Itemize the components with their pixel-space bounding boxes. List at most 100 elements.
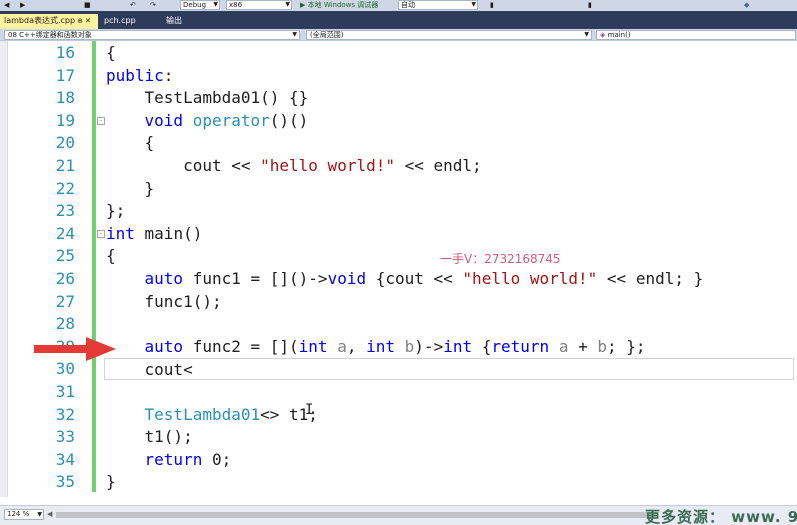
tab-label: lambda表达式.cpp — [4, 16, 76, 25]
code-text[interactable]: cout << "hello world!" << endl; — [106, 155, 482, 177]
navigation-bar: 08 C++绑定器和函数对象 ▼ (全局范围) ▼ ◈ main() — [0, 29, 797, 41]
tab-output[interactable]: 输出 — [162, 14, 186, 28]
line-number: 26 — [55, 269, 75, 288]
code-text[interactable]: t1(); — [106, 426, 193, 448]
platform-value: x86 — [229, 1, 243, 9]
code-text[interactable]: } — [106, 471, 116, 493]
code-text[interactable]: { — [106, 132, 155, 154]
toolbar-icon[interactable]: ▮ — [490, 1, 494, 10]
code-text[interactable]: }; — [106, 200, 125, 222]
code-line[interactable]: 18 TestLambda01() {} — [0, 87, 797, 110]
code-line[interactable]: 20 { — [0, 132, 797, 155]
code-text[interactable]: TestLambda01<> t1; — [106, 404, 318, 426]
member-value: main() — [607, 31, 631, 39]
code-line[interactable]: 23}; — [0, 200, 797, 223]
editor-bottom-bar: 124 % ▼ ◀ 更多资源： www. 9 — [0, 505, 797, 525]
config-value: Debug — [183, 1, 207, 9]
code-text[interactable]: TestLambda01() {} — [106, 87, 309, 109]
code-line[interactable]: 24 - int main() — [0, 223, 797, 246]
line-number: 23 — [55, 201, 75, 221]
arrow-shape — [34, 337, 116, 361]
chevron-down-icon: ▼ — [285, 1, 290, 8]
feedback-icon[interactable]: ◆ — [744, 1, 749, 10]
chevron-down-icon: ▼ — [584, 31, 589, 38]
line-number: 35 — [55, 472, 75, 492]
watermark-text: 一手V：2732168745 — [440, 252, 561, 266]
code-text[interactable]: void operator()() — [106, 110, 309, 132]
member-select[interactable]: ◈ main() — [596, 30, 796, 40]
code-line[interactable]: 26 auto func1 = []()->void {cout << "hel… — [0, 268, 797, 291]
chevron-down-icon: ▼ — [292, 31, 297, 38]
line-number: 18 — [55, 88, 75, 108]
back-icon[interactable]: ◀ — [4, 1, 9, 10]
code-line[interactable]: 34 return 0; — [0, 449, 797, 472]
code-line[interactable]: 28 — [0, 313, 797, 336]
bookmark-icon[interactable]: ▮ — [588, 1, 592, 10]
run-mode-value: 自动 — [401, 1, 415, 9]
forward-icon[interactable]: ▶ — [20, 1, 25, 10]
platform-select[interactable]: x86 ▼ — [226, 0, 292, 10]
line-number: 27 — [55, 291, 75, 311]
tab-pch-cpp[interactable]: pch.cpp — [100, 14, 140, 28]
code-text[interactable]: { — [106, 42, 116, 64]
code-text[interactable]: auto func2 = [](int a, int b)->int {retu… — [106, 336, 646, 358]
tab-label: pch.cpp — [104, 16, 136, 25]
scope-select[interactable]: (全局范围) ▼ — [306, 30, 592, 40]
pin-icon[interactable]: ⊕ — [77, 17, 83, 25]
scrollbar-thumb[interactable] — [56, 512, 656, 518]
code-line[interactable]: 17 public: — [0, 65, 797, 88]
line-number: 25 — [55, 246, 75, 266]
document-tabs: lambda表达式.cpp ⊕ ✕ pch.cpp 输出 — [0, 11, 797, 29]
code-text[interactable]: return 0; — [106, 449, 232, 471]
code-line[interactable]: 27 func1(); — [0, 291, 797, 314]
text-cursor-icon: I — [305, 402, 314, 418]
project-select[interactable]: 08 C++绑定器和函数对象 ▼ — [4, 30, 300, 40]
code-line[interactable]: 32 TestLambda01<> t1; — [0, 404, 797, 427]
code-line[interactable]: 22 } — [0, 178, 797, 201]
undo-icon[interactable]: ↶ — [130, 1, 136, 10]
code-text[interactable]: func1(); — [106, 291, 222, 313]
resource-watermark: 更多资源： www. 9 — [645, 508, 797, 525]
code-text[interactable]: auto func1 = []()->void {cout << "hello … — [106, 268, 704, 290]
line-number: 28 — [55, 314, 75, 334]
project-value: 08 C++绑定器和函数对象 — [8, 31, 92, 39]
current-line-highlight[interactable]: cout< — [104, 358, 794, 381]
collapse-icon[interactable]: - — [97, 229, 105, 238]
line-number: 16 — [55, 43, 75, 62]
code-line[interactable]: 33 t1(); — [0, 426, 797, 449]
line-number: 19 — [55, 110, 75, 130]
code-text[interactable]: { — [106, 245, 116, 267]
scroll-left-icon[interactable]: ◀ — [47, 510, 52, 518]
line-number: 33 — [55, 427, 75, 447]
line-number: 17 — [55, 65, 75, 85]
code-line[interactable]: 19 - void operator()() — [0, 110, 797, 133]
chevron-down-icon: ▼ — [213, 1, 218, 8]
run-mode-select[interactable]: 自动 ▼ — [398, 0, 478, 10]
config-select[interactable]: Debug ▼ — [180, 0, 220, 10]
start-debugger-button[interactable]: ▶ 本地 Windows 调试器 — [300, 1, 378, 10]
method-icon: ◈ — [600, 31, 606, 39]
code-text[interactable]: public: — [106, 65, 173, 87]
redo-icon[interactable]: ↷ — [150, 1, 156, 10]
collapse-icon[interactable]: - — [97, 116, 105, 125]
line-number: 22 — [55, 178, 75, 198]
code-line[interactable]: 21 cout << "hello world!" << endl; — [0, 155, 797, 178]
save-icon[interactable]: ■ — [84, 1, 91, 10]
main-toolbar: ◀ ▶ ■ ↶ ↷ Debug ▼ x86 ▼ ▶ 本地 Windows 调试器 自… — [0, 0, 797, 11]
code-line[interactable]: 35} — [0, 471, 797, 494]
chevron-down-icon: ▼ — [471, 1, 476, 8]
code-text[interactable]: } — [106, 178, 155, 200]
code-line[interactable]: 16 { — [0, 42, 797, 65]
scope-value: (全局范围) — [310, 31, 344, 39]
line-number: 34 — [55, 449, 75, 469]
line-number: 24 — [55, 223, 75, 243]
line-number: 31 — [55, 382, 75, 401]
code-text[interactable]: int main() — [106, 223, 202, 245]
code-editor[interactable]: 16{17 public: 18 TestLambda01() {} 19- void… — [0, 41, 797, 497]
code-line[interactable]: 25 { — [0, 245, 797, 268]
tab-lambda-cpp[interactable]: lambda表达式.cpp ⊕ ✕ — [0, 14, 98, 29]
close-icon[interactable]: ✕ — [85, 17, 91, 25]
zoom-select[interactable]: 124 % ▼ — [4, 509, 44, 520]
code-line[interactable]: 31 — [0, 381, 797, 404]
line-number: 21 — [55, 156, 75, 175]
